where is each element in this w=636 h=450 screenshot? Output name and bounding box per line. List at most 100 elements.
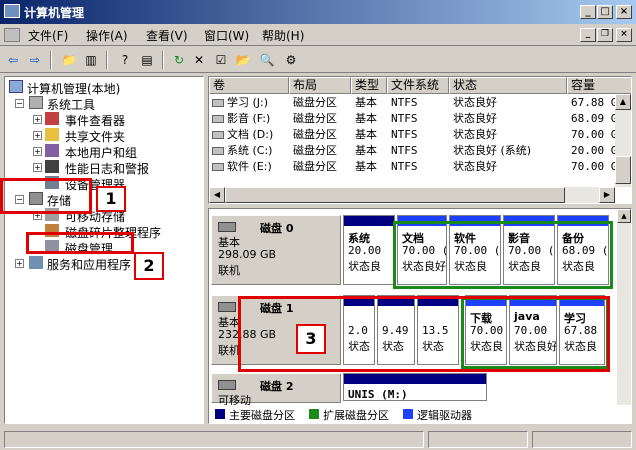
legend-label-logical: 逻辑驱动器 bbox=[417, 409, 472, 422]
show-tree-icon[interactable]: ▥ bbox=[82, 51, 100, 69]
window-title: 计算机管理 bbox=[24, 6, 85, 20]
help-icon[interactable]: ? bbox=[116, 51, 134, 69]
toolbar-separator bbox=[162, 51, 164, 69]
table-row[interactable] bbox=[209, 159, 615, 175]
callout-2: 2 bbox=[134, 252, 164, 280]
partition-color-bar bbox=[344, 216, 394, 226]
scroll-up-arrow-icon[interactable]: ▲ bbox=[615, 94, 631, 110]
legend: 主要磁盘分区 扩展磁盘分区 逻辑驱动器 bbox=[209, 405, 631, 423]
column-header-capacity[interactable]: 容量 bbox=[567, 77, 631, 94]
services-icon bbox=[29, 256, 43, 269]
legend-swatch-logical bbox=[403, 409, 413, 419]
partition-color-bar bbox=[344, 374, 486, 384]
expand-icon[interactable]: + bbox=[33, 115, 42, 124]
disk-status: 联机 bbox=[218, 264, 240, 277]
status-pane-2 bbox=[428, 431, 528, 448]
tree-label: 本地用户和组 bbox=[65, 146, 138, 160]
column-header-filesystem[interactable]: 文件系统 bbox=[387, 77, 449, 94]
open-folder-icon[interactable]: 📂 bbox=[234, 51, 252, 69]
graph-vertical-scrollbar[interactable]: ▲ bbox=[617, 209, 631, 405]
partition-name: UNIS (M:) bbox=[348, 388, 408, 401]
status-pane-main bbox=[4, 431, 424, 448]
toolbar-separator bbox=[106, 51, 108, 69]
partition-block[interactable]: UNIS (M:) bbox=[343, 373, 487, 401]
legend-label-primary: 主要磁盘分区 bbox=[229, 409, 295, 422]
export-icon[interactable]: ▤ bbox=[138, 51, 156, 69]
partition-block[interactable]: 系统 20.00 状态良 bbox=[343, 215, 395, 285]
expand-icon[interactable]: + bbox=[33, 147, 42, 156]
minimize-button[interactable]: _ bbox=[580, 5, 596, 19]
child-minimize-button[interactable]: _ bbox=[580, 28, 596, 42]
up-folder-icon[interactable]: 📁 bbox=[60, 51, 78, 69]
toolbar: ⇦ ⇨ 📁 ▥ ? ▤ ↻ ✕ ☑ 📂 🔍 ⚙ bbox=[0, 47, 636, 73]
hard-disk-icon bbox=[218, 302, 236, 312]
column-header-volume[interactable]: 卷 bbox=[209, 77, 289, 94]
expand-icon[interactable]: + bbox=[33, 131, 42, 140]
legend-swatch-primary bbox=[215, 409, 225, 419]
tree-label: 服务和应用程序 bbox=[47, 258, 132, 272]
disk-header[interactable]: 磁盘 0 基本 298.09 GB 联机 bbox=[211, 215, 341, 285]
maximize-button[interactable]: □ bbox=[597, 5, 613, 19]
disk-header[interactable]: 磁盘 2 可移动 bbox=[211, 373, 341, 407]
refresh-icon[interactable]: ↻ bbox=[170, 51, 188, 69]
computer-icon bbox=[9, 80, 23, 93]
table-row[interactable] bbox=[209, 95, 615, 111]
properties-icon[interactable]: ☑ bbox=[212, 51, 230, 69]
column-header-layout[interactable]: 布局 bbox=[289, 77, 351, 94]
expand-icon[interactable]: + bbox=[15, 259, 24, 268]
partition-status: 状态良 bbox=[348, 260, 381, 273]
child-restore-button[interactable]: ❐ bbox=[597, 28, 613, 42]
disk-size: 298.09 GB bbox=[218, 248, 277, 261]
tree-label: 共享文件夹 bbox=[65, 130, 126, 144]
volume-list: 卷 布局 类型 文件系统 状态 容量 学习 (J:) 磁盘分区 基本 NTFS 状态良好… bbox=[208, 76, 632, 204]
scroll-thumb[interactable] bbox=[615, 156, 631, 184]
delete-icon[interactable]: ✕ bbox=[190, 51, 208, 69]
horizontal-scrollbar[interactable]: ◀ ▶ bbox=[209, 187, 615, 203]
scroll-right-arrow-icon[interactable]: ▶ bbox=[599, 187, 615, 203]
column-header-status[interactable]: 状态 bbox=[449, 77, 567, 94]
folder-icon bbox=[45, 128, 59, 141]
partition-size: 20.00 bbox=[348, 244, 382, 257]
menu-window[interactable]: 窗口(W) bbox=[204, 27, 249, 44]
event-viewer-icon bbox=[45, 112, 59, 125]
back-icon[interactable]: ⇦ bbox=[4, 51, 22, 69]
scroll-thumb[interactable] bbox=[225, 187, 565, 203]
table-row[interactable] bbox=[209, 143, 615, 159]
menu-view[interactable]: 查看(V) bbox=[146, 27, 188, 44]
search-icon[interactable]: 🔍 bbox=[258, 51, 276, 69]
menu-file[interactable]: 文件(F) bbox=[28, 27, 68, 44]
disk-status: 联机 bbox=[218, 344, 240, 357]
hard-disk-icon bbox=[218, 222, 236, 232]
menu-help[interactable]: 帮助(H) bbox=[262, 27, 304, 44]
mmc-icon[interactable] bbox=[4, 28, 20, 42]
tree-label: 性能日志和警报 bbox=[65, 162, 150, 176]
menu-bar: 文件(F) 操作(A) 查看(V) 窗口(W) 帮助(H) _ ❐ × bbox=[0, 24, 636, 46]
legend-swatch-extended bbox=[309, 409, 319, 419]
title-bar: 计算机管理 _ □ × bbox=[0, 0, 636, 24]
hard-disk-icon bbox=[218, 380, 236, 390]
menu-action[interactable]: 操作(A) bbox=[86, 27, 128, 44]
settings-icon[interactable]: ⚙ bbox=[282, 51, 300, 69]
tree-label: 系统工具 bbox=[47, 98, 96, 112]
child-close-button[interactable]: × bbox=[616, 28, 632, 42]
callout-1: 1 bbox=[96, 186, 126, 212]
annotation-box-disk1 bbox=[238, 296, 610, 372]
callout-3: 3 bbox=[296, 324, 326, 354]
extended-partition-outline bbox=[393, 221, 613, 289]
scroll-up-arrow-icon[interactable]: ▲ bbox=[617, 209, 631, 223]
tree-label: 事件查看器 bbox=[65, 114, 126, 128]
close-button[interactable]: × bbox=[616, 5, 632, 19]
expand-icon[interactable]: + bbox=[33, 163, 42, 172]
status-pane-3 bbox=[532, 431, 632, 448]
forward-icon[interactable]: ⇨ bbox=[26, 51, 44, 69]
table-row[interactable] bbox=[209, 127, 615, 143]
vertical-scrollbar[interactable]: ▲ bbox=[615, 94, 631, 187]
table-row[interactable] bbox=[209, 111, 615, 127]
scroll-left-arrow-icon[interactable]: ◀ bbox=[209, 187, 225, 203]
annotation-box-storage bbox=[0, 178, 92, 214]
column-header-type[interactable]: 类型 bbox=[351, 77, 387, 94]
status-bar bbox=[0, 428, 636, 450]
tree-label: 计算机管理(本地) bbox=[27, 82, 121, 96]
collapse-icon[interactable]: − bbox=[15, 99, 24, 108]
annotation-box-disk-management bbox=[26, 232, 134, 254]
